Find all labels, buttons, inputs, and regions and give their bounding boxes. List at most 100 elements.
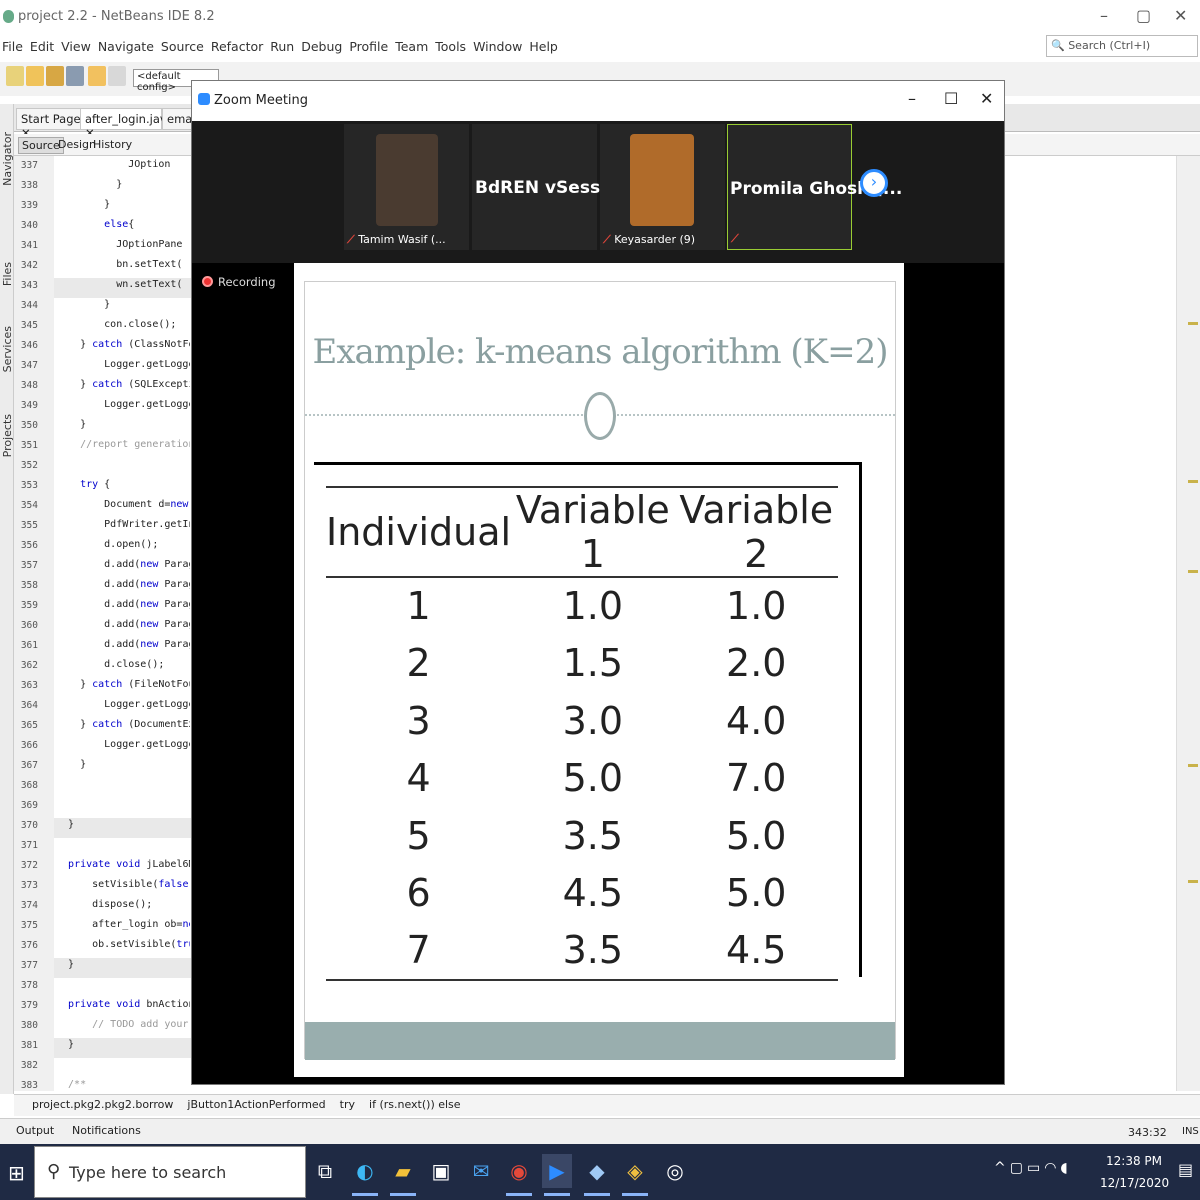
code-line[interactable]: } <box>56 959 190 970</box>
code-line[interactable]: wn.setText( <box>56 279 190 290</box>
battery-icon[interactable]: ▭ <box>1027 1160 1044 1176</box>
tray-apps-icon[interactable]: ▢ <box>1010 1160 1027 1176</box>
code-line[interactable]: d.open(); <box>56 539 190 550</box>
code-line[interactable]: d.add(new Parag <box>56 619 190 630</box>
notifications-tab[interactable]: Notifications <box>72 1124 141 1137</box>
tab-after-login[interactable]: after_login.java ✕ <box>80 108 174 140</box>
menu-item[interactable]: Window <box>473 39 522 54</box>
open-project-icon[interactable] <box>46 66 64 86</box>
code-line[interactable]: } <box>56 1039 190 1050</box>
menu-item[interactable]: File <box>2 39 23 54</box>
side-tab-files[interactable]: Files <box>1 262 14 286</box>
menu-item[interactable]: Debug <box>301 39 342 54</box>
breadcrumb-item[interactable]: if (rs.next()) else <box>369 1098 461 1111</box>
code-line[interactable]: d.close(); <box>56 659 190 670</box>
code-line[interactable]: dispose(); <box>56 899 190 910</box>
next-participants-button[interactable]: › <box>860 169 888 197</box>
minimize-button[interactable]: – <box>1100 6 1108 25</box>
code-line[interactable]: d.add(new Parag <box>56 599 190 610</box>
participant-tile[interactable]: ⟋ Tamim Wasif (... <box>344 124 469 250</box>
side-tab-navigator[interactable]: Navigator <box>1 132 14 186</box>
menu-item[interactable]: Run <box>270 39 294 54</box>
side-tab-services[interactable]: Services <box>1 326 14 372</box>
new-project-icon[interactable] <box>26 66 44 86</box>
error-marker[interactable] <box>1188 480 1198 483</box>
code-line[interactable]: } <box>56 819 190 830</box>
chrome-icon[interactable]: ◉ <box>504 1154 534 1196</box>
editor-scrollbar[interactable] <box>1176 156 1200 1091</box>
obs-icon[interactable]: ◎ <box>660 1154 690 1188</box>
clock[interactable]: 12:38 PM 12/17/2020 <box>1100 1150 1169 1194</box>
code-line[interactable]: Document d=new <box>56 499 190 510</box>
menu-item[interactable]: Edit <box>30 39 54 54</box>
zoom-taskbar-icon[interactable]: ▶ <box>542 1154 572 1196</box>
code-line[interactable]: //report generation <box>56 439 190 450</box>
code-line[interactable]: } catch (SQLExcepti <box>56 379 190 390</box>
menu-item[interactable]: Help <box>529 39 558 54</box>
code-line[interactable]: after_login ob=new <box>56 919 190 930</box>
zoom-minimize-button[interactable]: – <box>908 89 916 108</box>
code-line[interactable]: // TODO add your ha <box>56 1019 190 1030</box>
participant-tile[interactable]: ⟋ Keyasarder (9) <box>600 124 725 250</box>
code-line[interactable]: private void bnActionPe <box>56 999 190 1010</box>
new-file-icon[interactable] <box>6 66 24 86</box>
participant-tile[interactable]: BdREN vSession... <box>472 124 649 250</box>
menu-item[interactable]: Profile <box>349 39 388 54</box>
mail-icon[interactable]: ✉ <box>466 1154 496 1188</box>
code-line[interactable]: } <box>56 299 190 310</box>
code-line[interactable]: } <box>56 199 190 210</box>
code-line[interactable]: try { <box>56 479 190 490</box>
error-marker[interactable] <box>1188 322 1198 325</box>
output-tab[interactable]: Output <box>16 1124 54 1137</box>
error-marker[interactable] <box>1188 880 1198 883</box>
redo-icon[interactable] <box>108 66 126 86</box>
volume-icon[interactable]: ◖ <box>1060 1160 1071 1176</box>
code-line[interactable]: Logger.getLogge <box>56 699 190 710</box>
maximize-button[interactable]: ▢ <box>1136 6 1151 25</box>
code-line[interactable]: setVisible(false); <box>56 879 190 890</box>
save-all-icon[interactable] <box>66 66 84 86</box>
error-marker[interactable] <box>1188 764 1198 767</box>
code-line[interactable]: } <box>56 759 190 770</box>
breadcrumb-item[interactable]: try <box>340 1098 355 1111</box>
breadcrumb-item[interactable]: project.pkg2.pkg2.borrow <box>32 1098 173 1111</box>
menu-item[interactable]: Team <box>395 39 428 54</box>
code-line[interactable]: JOption <box>56 159 190 170</box>
code-line[interactable]: d.add(new Parag <box>56 639 190 650</box>
code-line[interactable]: else{ <box>56 219 190 230</box>
code-line[interactable]: ob.setVisible(true) <box>56 939 190 950</box>
netbeans-taskbar-icon[interactable]: ◈ <box>620 1154 650 1196</box>
file-explorer-icon[interactable]: ▰ <box>388 1154 418 1196</box>
participant-tile-active[interactable]: Promila Ghosh (... ⟋ <box>727 124 902 250</box>
code-line[interactable]: } catch (FileNotFou <box>56 679 190 690</box>
code-line[interactable]: } <box>56 419 190 430</box>
menu-item[interactable]: View <box>61 39 91 54</box>
close-button[interactable]: ✕ <box>1174 6 1187 25</box>
code-line[interactable]: Logger.getLogge <box>56 359 190 370</box>
edge-icon[interactable]: ◐ <box>350 1154 380 1196</box>
code-line[interactable]: } catch (DocumentEx <box>56 719 190 730</box>
notification-icon[interactable]: ▤ <box>1178 1160 1193 1179</box>
code-line[interactable]: d.add(new Parag <box>56 579 190 590</box>
zoom-maximize-button[interactable]: ☐ <box>944 89 958 108</box>
zoom-close-button[interactable]: ✕ <box>980 89 993 108</box>
task-view-icon[interactable]: ⧉ <box>310 1154 340 1188</box>
menu-item[interactable]: Tools <box>435 39 466 54</box>
code-line[interactable]: private void jLabel6Mou <box>56 859 190 870</box>
code-line[interactable]: con.close(); <box>56 319 190 330</box>
code-line[interactable]: d.add(new Parag <box>56 559 190 570</box>
code-line[interactable]: JOptionPane <box>56 239 190 250</box>
windows-start-icon[interactable]: ⊞ <box>8 1161 25 1185</box>
code-line[interactable]: } <box>56 179 190 190</box>
wifi-icon[interactable]: ◠ <box>1044 1160 1060 1176</box>
breadcrumb-item[interactable]: jButton1ActionPerformed <box>187 1098 325 1111</box>
menu-item[interactable]: Navigate <box>98 39 154 54</box>
menu-item[interactable]: Source <box>161 39 204 54</box>
tray-chevron-icon[interactable]: ^ <box>994 1160 1010 1176</box>
code-line[interactable]: Logger.getLogge <box>56 739 190 750</box>
code-line[interactable]: /** <box>56 1079 190 1090</box>
virtualbox-icon[interactable]: ◆ <box>582 1154 612 1196</box>
side-tab-projects[interactable]: Projects <box>1 414 14 457</box>
menu-item[interactable]: Refactor <box>211 39 263 54</box>
store-icon[interactable]: ▣ <box>426 1154 456 1188</box>
